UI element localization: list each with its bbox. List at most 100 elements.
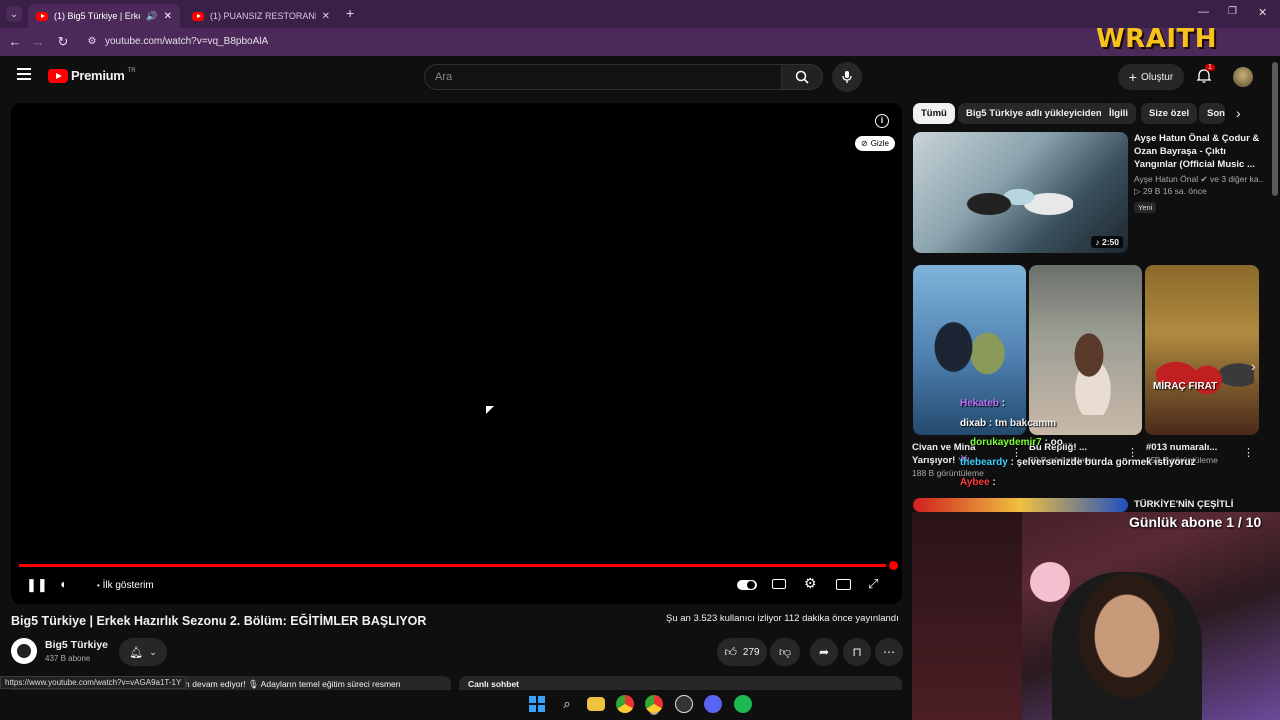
logo-text: Premium bbox=[71, 68, 125, 83]
tab-puansiz[interactable]: (1) PUANSIZ RESTORANLAR! E ✕ bbox=[184, 4, 338, 28]
more-actions-button[interactable]: ⋯ bbox=[875, 638, 903, 666]
chips-next-icon[interactable]: › bbox=[1236, 105, 1241, 121]
thumbnail-caption: MİRAÇ FIRAT bbox=[1153, 381, 1218, 392]
page-scrollbar[interactable] bbox=[1272, 62, 1278, 196]
tab-list-dropdown[interactable]: ⌄ bbox=[6, 6, 22, 22]
speaker-icon[interactable]: 🔊 bbox=[146, 11, 157, 22]
close-tab-icon[interactable]: ✕ bbox=[322, 11, 330, 22]
recommendation-info[interactable]: Ayşe Hatun Önal & Çodur & Ozan Bayraşa -… bbox=[1134, 132, 1264, 215]
search-icon bbox=[795, 70, 809, 84]
back-icon[interactable]: ← bbox=[7, 34, 23, 50]
new-tab-button[interactable]: + bbox=[346, 5, 354, 21]
short-thumbnail[interactable]: MİRAÇ FIRAT bbox=[1145, 265, 1259, 435]
notification-badge: 1 bbox=[1205, 64, 1215, 71]
chip-recent[interactable]: Son bbox=[1199, 103, 1225, 124]
hide-overlay-button[interactable]: ⊘ Gizle bbox=[855, 136, 895, 151]
subscriber-count: 437 B abone bbox=[45, 654, 91, 663]
mouse-cursor bbox=[486, 406, 494, 414]
miniplayer-icon[interactable] bbox=[836, 579, 851, 590]
reload-icon[interactable]: ↻ bbox=[55, 34, 71, 50]
music-note-icon: ♪ bbox=[1095, 237, 1100, 247]
settings-icon[interactable]: ⚙ bbox=[804, 575, 817, 592]
new-badge: Yeni bbox=[1134, 202, 1157, 213]
autoplay-toggle[interactable] bbox=[737, 580, 757, 590]
search-button[interactable] bbox=[781, 64, 823, 90]
subscription-bell-button[interactable]: 🔔︎ ⌄ bbox=[119, 638, 167, 666]
plus-icon: + bbox=[1128, 69, 1137, 85]
share-button[interactable]: ➦ bbox=[810, 638, 838, 666]
subtitles-icon[interactable] bbox=[772, 579, 786, 589]
chat-user: Hekateb bbox=[960, 398, 999, 409]
like-button[interactable]: 👍︎ 279 bbox=[717, 638, 767, 666]
recommendation-thumbnail[interactable]: ♪ 2:50 bbox=[913, 132, 1128, 253]
recommendation-thumbnail[interactable] bbox=[913, 498, 1128, 512]
notifications-button[interactable]: 1 bbox=[1196, 64, 1215, 86]
hamburger-menu-icon[interactable] bbox=[17, 68, 31, 80]
search-icon[interactable]: ⌕ bbox=[558, 695, 576, 713]
voice-search-button[interactable] bbox=[832, 62, 862, 92]
youtube-play-icon bbox=[48, 68, 68, 83]
windows-start-icon[interactable] bbox=[528, 695, 546, 713]
live-chat-panel[interactable]: Canlı sohbet bbox=[459, 676, 902, 690]
tab-big5[interactable]: (1) Big5 Türkiye | Erkek Hazı 🔊 ✕ bbox=[28, 4, 180, 28]
save-button[interactable]: ⊓ bbox=[843, 638, 871, 666]
shorts-next-icon[interactable]: › bbox=[1251, 358, 1256, 374]
info-icon[interactable]: i bbox=[875, 114, 889, 128]
chrome-active-icon[interactable] bbox=[645, 695, 663, 713]
chip-uploader[interactable]: Big5 Türkiye adlı yükleyiciden bbox=[958, 103, 1110, 124]
channel-name[interactable]: Big5 Türkiye bbox=[45, 639, 108, 651]
avatar[interactable] bbox=[1233, 67, 1253, 87]
like-count: 279 bbox=[742, 646, 760, 658]
short-thumbnail[interactable] bbox=[913, 265, 1026, 435]
subscriber-goal: Günlük abone 1 / 10 bbox=[1129, 514, 1262, 530]
create-button[interactable]: + Oluştur bbox=[1118, 64, 1184, 90]
chip-all[interactable]: Tümü bbox=[913, 103, 955, 124]
youtube-header: Premium TR Ara + Oluştur 1 bbox=[0, 56, 1280, 100]
pause-button[interactable]: ❚❚ bbox=[26, 577, 48, 593]
url-field[interactable]: youtube.com/watch?v=vq_B8pboAlA bbox=[105, 36, 268, 47]
chip-related[interactable]: İlgili bbox=[1101, 103, 1136, 124]
youtube-favicon-icon bbox=[36, 11, 48, 21]
site-info-icon[interactable]: ⚙ bbox=[84, 34, 100, 50]
chapter-dot-icon: • bbox=[97, 581, 100, 590]
recommendation-title[interactable]: TÜRKİYE'NİN ÇEŞİTLİ bbox=[1134, 499, 1233, 510]
short-menu-icon[interactable]: ⋮ bbox=[1243, 446, 1254, 459]
short-thumbnail[interactable] bbox=[1029, 265, 1142, 435]
progress-bar[interactable] bbox=[19, 564, 886, 567]
youtube-logo[interactable]: Premium TR bbox=[48, 68, 136, 83]
more-icon: ⋯ bbox=[883, 645, 895, 659]
obs-icon[interactable] bbox=[675, 695, 693, 713]
channel-avatar[interactable] bbox=[11, 638, 37, 664]
scrubber-handle[interactable] bbox=[889, 561, 898, 570]
chapter-label[interactable]: • İlk gösterim bbox=[97, 580, 154, 591]
close-window-icon[interactable]: ✕ bbox=[1258, 6, 1267, 19]
fullscreen-icon[interactable]: ⤢ bbox=[868, 576, 878, 592]
chrome-icon[interactable] bbox=[616, 695, 634, 713]
video-player[interactable]: i ⊘ Gizle ❚❚ ◖ • İlk gösterim ⚙ ⤢ bbox=[11, 103, 902, 604]
volume-button[interactable]: ◖ bbox=[59, 577, 66, 591]
forward-icon[interactable]: → bbox=[30, 34, 46, 50]
chat-user: dorukaydemir7 bbox=[970, 437, 1042, 448]
restore-icon[interactable]: ❐ bbox=[1228, 6, 1237, 17]
chip-for-you[interactable]: Size özel bbox=[1141, 103, 1198, 124]
chapter-title: İlk gösterim bbox=[102, 580, 154, 591]
discord-icon[interactable] bbox=[704, 695, 722, 713]
dislike-button[interactable]: 👎︎ bbox=[770, 638, 800, 666]
thumbnail-figures bbox=[1049, 315, 1129, 415]
close-tab-icon[interactable]: ✕ bbox=[164, 11, 172, 22]
eye-off-icon: ⊘ bbox=[861, 139, 868, 148]
address-bar: ← → ↻ ⚙ youtube.com/watch?v=vq_B8pboAlA … bbox=[0, 28, 1280, 76]
chat-message: Hekateb : bbox=[960, 398, 1006, 409]
spotify-icon[interactable] bbox=[734, 695, 752, 713]
streamer-webcam bbox=[912, 512, 1280, 720]
recommendation-title: Ayşe Hatun Önal & Çodur & Ozan Bayraşa -… bbox=[1134, 133, 1260, 170]
minimize-icon[interactable]: — bbox=[1198, 6, 1209, 18]
tab-title: (1) PUANSIZ RESTORANLAR! E bbox=[210, 11, 316, 21]
search-input[interactable]: Ara bbox=[424, 64, 782, 90]
bookmark-icon: ⊓ bbox=[852, 645, 862, 659]
play-count-icon: ▷ bbox=[1134, 186, 1141, 196]
webcam-poster bbox=[912, 512, 1022, 720]
chat-user: Aybee bbox=[960, 477, 990, 488]
share-icon: ➦ bbox=[818, 645, 830, 659]
file-explorer-icon[interactable] bbox=[587, 697, 605, 711]
